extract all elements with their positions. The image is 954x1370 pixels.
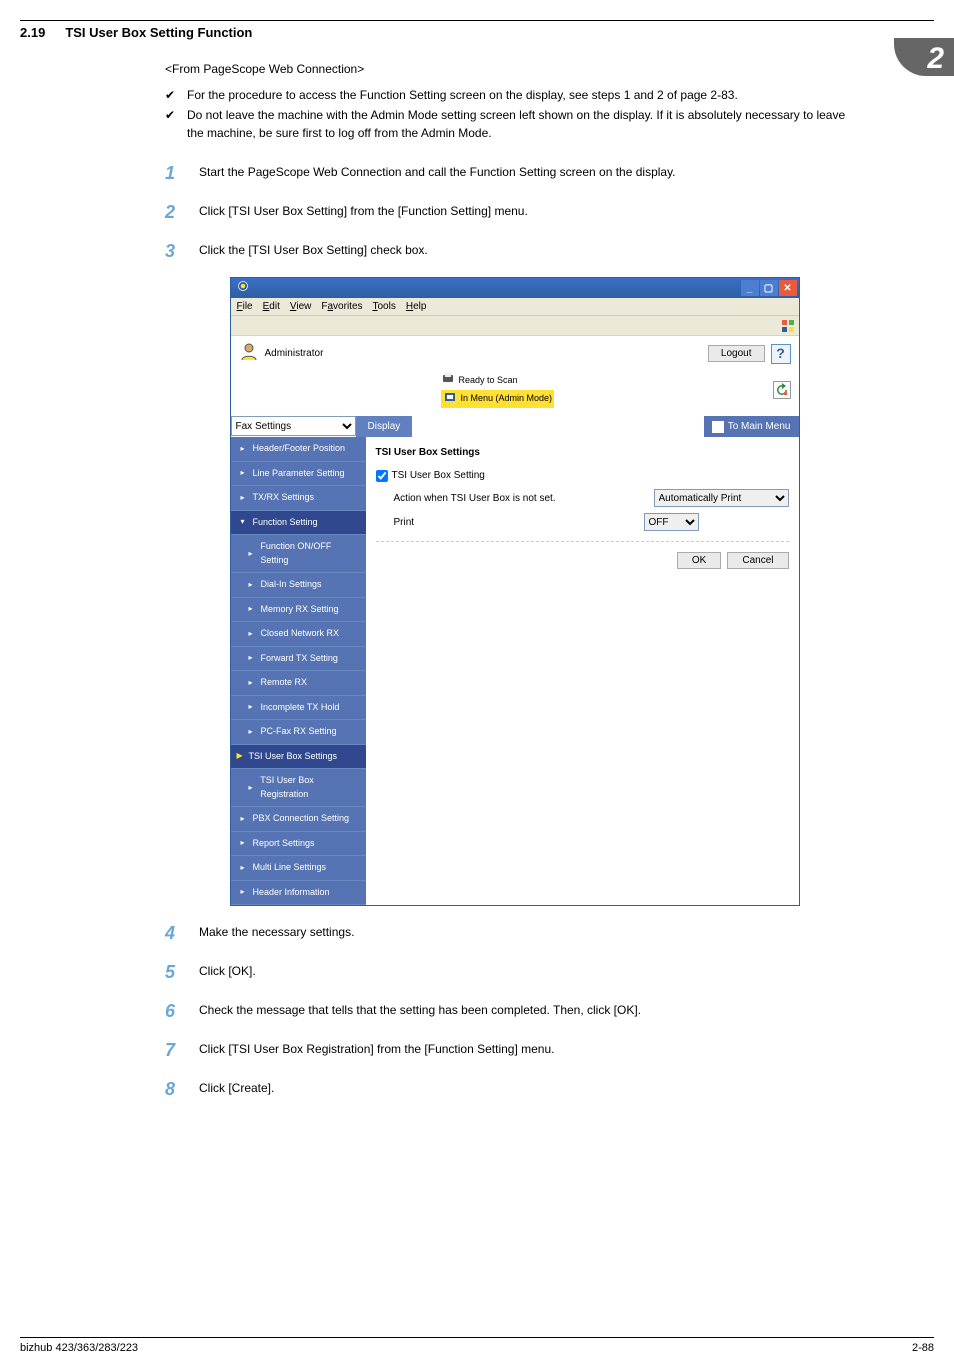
check-item: Do not leave the machine with the Admin …	[187, 106, 864, 142]
action-not-set-select[interactable]: Automatically Print	[654, 489, 789, 507]
titlebar[interactable]: _ ▢ ✕	[231, 278, 799, 298]
ok-button[interactable]: OK	[677, 552, 721, 569]
menu-icon	[712, 421, 724, 433]
panel-title: TSI User Box Settings	[376, 445, 789, 460]
step-number: 5	[165, 959, 181, 986]
sidebar-item-pcfax-rx[interactable]: PC-Fax RX Setting	[231, 720, 366, 745]
view-menu[interactable]: View	[290, 299, 312, 314]
step-number: 8	[165, 1076, 181, 1103]
to-main-menu-label: To Main Menu	[728, 419, 791, 434]
browser-window: _ ▢ ✕ File Edit View Favorites Tools Hel…	[230, 277, 800, 906]
step-number: 4	[165, 920, 181, 947]
admin-label: Administrator	[265, 346, 324, 361]
sidebar-item-dialin[interactable]: Dial-In Settings	[231, 573, 366, 598]
to-main-menu-button[interactable]: To Main Menu	[704, 416, 799, 437]
footer-model: bizhub 423/363/283/223	[20, 1342, 138, 1354]
admin-icon	[239, 341, 259, 366]
throbber-icon	[780, 318, 796, 334]
step-number: 1	[165, 160, 181, 187]
sidebar-item-txrx[interactable]: TX/RX Settings	[231, 486, 366, 511]
print-label: Print	[376, 515, 634, 530]
ie-toolbar	[231, 316, 799, 336]
step-text: Click [OK].	[199, 959, 864, 980]
file-menu[interactable]: File	[237, 299, 253, 314]
sidebar-item-multiline[interactable]: Multi Line Settings	[231, 856, 366, 881]
tsi-checkbox-row[interactable]: TSI User Box Setting	[376, 468, 485, 483]
sidebar-item-function-setting[interactable]: Function Setting	[231, 511, 366, 536]
edit-menu[interactable]: Edit	[263, 299, 280, 314]
help-button[interactable]: ?	[771, 344, 791, 364]
print-select[interactable]: OFF	[644, 513, 699, 531]
step-number: 7	[165, 1037, 181, 1064]
menu-bar: File Edit View Favorites Tools Help	[231, 298, 799, 316]
printer-icon	[441, 371, 455, 390]
cancel-button[interactable]: Cancel	[727, 552, 788, 569]
close-button[interactable]: ✕	[779, 280, 797, 296]
help-menu[interactable]: Help	[406, 299, 427, 314]
step-text: Check the message that tells that the se…	[199, 998, 864, 1019]
sidebar-item-forward-tx[interactable]: Forward TX Setting	[231, 647, 366, 672]
step-number: 3	[165, 238, 181, 265]
sidebar-item-memory-rx[interactable]: Memory RX Setting	[231, 598, 366, 623]
status-mode: In Menu (Admin Mode)	[461, 392, 553, 406]
check-item: For the procedure to access the Function…	[187, 86, 864, 104]
sidebar-item-function-onoff[interactable]: Function ON/OFF Setting	[231, 535, 366, 573]
step-text: Click [Create].	[199, 1076, 864, 1097]
sidebar-item-remote-rx[interactable]: Remote RX	[231, 671, 366, 696]
status-ready: Ready to Scan	[459, 374, 518, 388]
sidebar-item-report[interactable]: Report Settings	[231, 832, 366, 857]
sidebar-item-header-footer[interactable]: Header/Footer Position	[231, 437, 366, 462]
sidebar-item-incomplete-tx[interactable]: Incomplete TX Hold	[231, 696, 366, 721]
tsi-checkbox-label: TSI User Box Setting	[392, 468, 485, 483]
minimize-button[interactable]: _	[741, 280, 759, 296]
favorites-menu[interactable]: Favorites	[321, 299, 362, 314]
step-number: 6	[165, 998, 181, 1025]
sidebar-item-header-info[interactable]: Header Information	[231, 881, 366, 906]
section-number: 2.19	[20, 25, 45, 40]
action-not-set-label: Action when TSI User Box is not set.	[376, 491, 644, 506]
sidebar-item-tsi-settings[interactable]: TSI User Box Settings	[231, 745, 366, 770]
sidebar-item-line-parameter[interactable]: Line Parameter Setting	[231, 462, 366, 487]
step-text: Start the PageScope Web Connection and c…	[199, 160, 864, 181]
sidebar-item-pbx[interactable]: PBX Connection Setting	[231, 807, 366, 832]
ie-icon	[237, 280, 249, 297]
subtitle: <From PageScope Web Connection>	[165, 60, 864, 78]
mode-icon	[443, 390, 457, 409]
display-tab[interactable]: Display	[356, 416, 413, 437]
step-text: Click [TSI User Box Setting] from the [F…	[199, 199, 864, 220]
tools-menu[interactable]: Tools	[373, 299, 396, 314]
sidebar: Header/Footer Position Line Parameter Se…	[231, 437, 366, 905]
tsi-checkbox[interactable]	[376, 470, 388, 482]
step-text: Click [TSI User Box Registration] from t…	[199, 1037, 864, 1058]
step-text: Click the [TSI User Box Setting] check b…	[199, 238, 864, 259]
step-number: 2	[165, 199, 181, 226]
sidebar-item-tsi-registration[interactable]: TSI User Box Registration	[231, 769, 366, 807]
footer-page: 2-88	[912, 1342, 934, 1354]
page-title: TSI User Box Setting Function	[65, 25, 252, 40]
category-select[interactable]: Fax Settings	[231, 416, 356, 436]
main-panel: TSI User Box Settings TSI User Box Setti…	[366, 437, 799, 905]
logout-button[interactable]: Logout	[708, 345, 765, 362]
chapter-badge: 2	[894, 38, 954, 76]
step-text: Make the necessary settings.	[199, 920, 864, 941]
maximize-button[interactable]: ▢	[760, 280, 778, 296]
refresh-button[interactable]	[773, 381, 791, 399]
sidebar-item-closed-rx[interactable]: Closed Network RX	[231, 622, 366, 647]
